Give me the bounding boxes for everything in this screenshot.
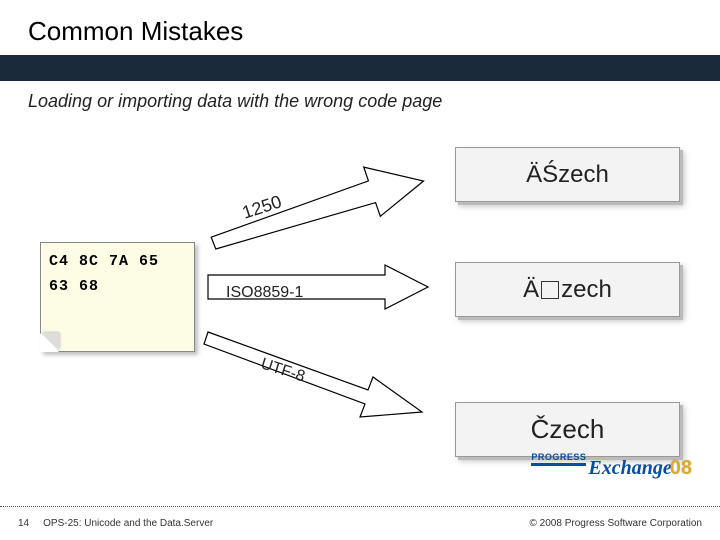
label-iso: ISO8859-1	[226, 284, 303, 302]
result-utf8: Čzech	[455, 402, 680, 457]
session-name: OPS-25: Unicode and the Data.Server	[43, 518, 529, 529]
result-iso-suffix: zech	[561, 276, 612, 304]
copyright: © 2008 Progress Software Corporation	[530, 518, 702, 529]
arrow-utf8	[200, 322, 430, 432]
slide-subtitle: Loading or importing data with the wrong…	[0, 81, 720, 112]
arrow-1250	[200, 162, 430, 252]
page-number: 14	[18, 518, 29, 529]
result-cp1250: ÄŚzech	[455, 147, 680, 202]
unknown-glyph-icon	[541, 281, 559, 299]
title-underline-bar	[0, 55, 720, 81]
slide-footer: 14 OPS-25: Unicode and the Data.Server ©…	[0, 506, 720, 540]
progress-exchange-logo: PROGRESS Exchange 08	[531, 457, 692, 480]
byte-note: C4 8C 7A 65 63 68	[40, 242, 195, 352]
logo-product: Exchange	[588, 457, 671, 480]
logo-brand: PROGRESS	[531, 452, 586, 466]
result-iso-prefix: Ä	[523, 276, 539, 304]
logo-year: 08	[670, 457, 692, 480]
slide-content: C4 8C 7A 65 63 68 1250 ISO8859-1 UTF-8 Ä…	[0, 112, 720, 512]
result-iso: Ä zech	[455, 262, 680, 317]
byte-line-1: C4 8C 7A 65	[49, 253, 186, 270]
slide-title: Common Mistakes	[0, 0, 720, 55]
byte-line-2: 63 68	[49, 278, 186, 295]
